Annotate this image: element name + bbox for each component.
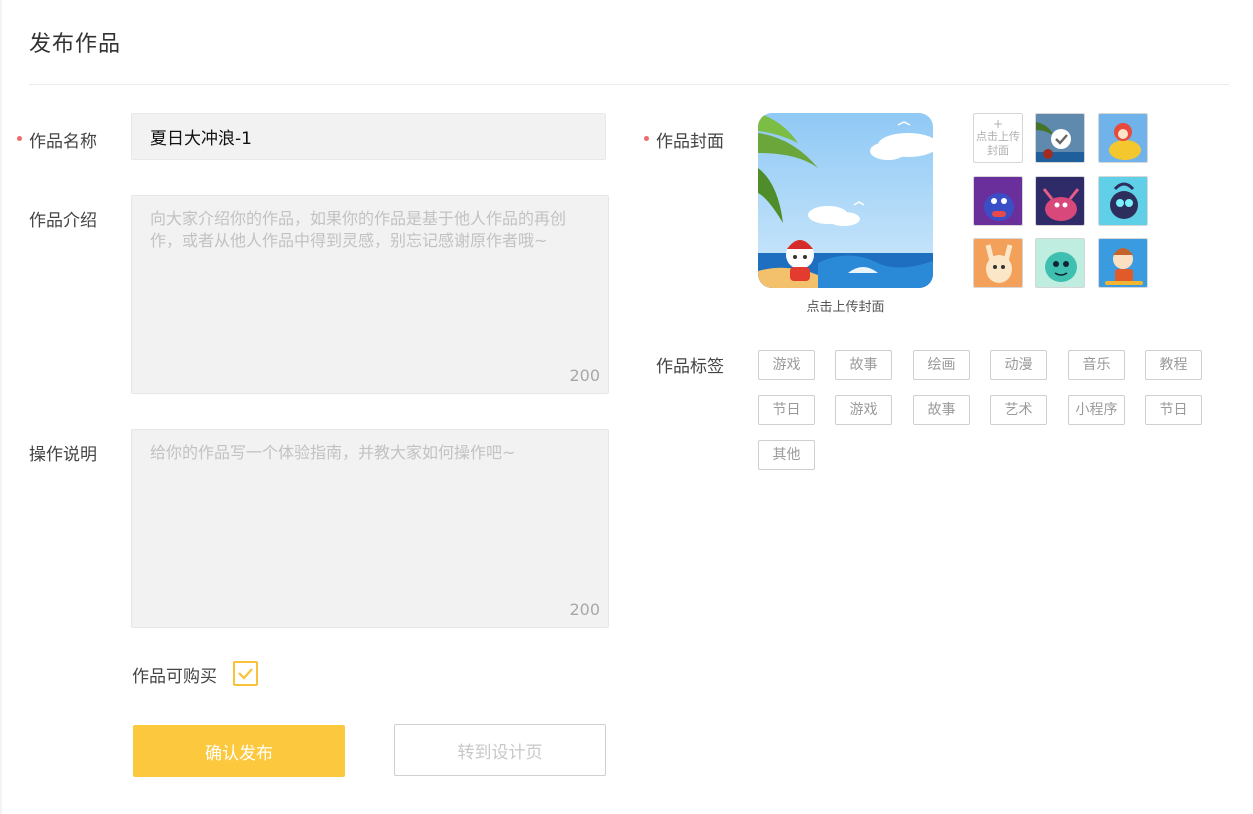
tag-button[interactable]: 小程序 <box>1068 395 1125 425</box>
instructions-label: 操作说明 <box>29 445 97 465</box>
intro-textarea[interactable] <box>132 196 608 393</box>
cover-image <box>758 113 933 288</box>
buyable-checkbox[interactable] <box>233 661 258 686</box>
cover-caption: 点击上传封面 <box>806 300 885 315</box>
cover-thumb-image <box>1099 114 1147 162</box>
cover-thumb-image <box>1099 239 1147 287</box>
required-marker <box>17 136 22 141</box>
instructions-box: 200 <box>131 429 609 628</box>
cover-upload-preview[interactable] <box>758 113 933 288</box>
cover-thumb-image <box>1099 177 1147 225</box>
cover-thumb[interactable] <box>1098 176 1148 226</box>
tag-button[interactable]: 教程 <box>1145 350 1202 380</box>
upload-cover-thumb[interactable]: + 点击上传封面 <box>973 113 1023 163</box>
tags-label: 作品标签 <box>656 357 724 377</box>
buyable-label: 作品可购买 <box>132 667 217 687</box>
tag-button[interactable]: 游戏 <box>835 395 892 425</box>
name-label: 作品名称 <box>29 132 97 152</box>
tag-button[interactable]: 故事 <box>913 395 970 425</box>
tag-button[interactable]: 节日 <box>1145 395 1202 425</box>
cover-thumb[interactable] <box>973 238 1023 288</box>
name-input[interactable] <box>131 113 606 160</box>
tag-button[interactable]: 故事 <box>835 350 892 380</box>
intro-box: 200 <box>131 195 609 394</box>
tag-button[interactable]: 绘画 <box>913 350 970 380</box>
cover-thumb-image <box>974 239 1022 287</box>
publish-page: 发布作品 作品名称 作品介绍 200 操作说明 200 作品可购买 确认发布 转… <box>0 0 1253 814</box>
tag-button[interactable]: 动漫 <box>990 350 1047 380</box>
selected-overlay <box>1036 114 1084 162</box>
intro-counter: 200 <box>569 366 600 385</box>
cover-thumb[interactable] <box>1098 238 1148 288</box>
tag-button[interactable]: 艺术 <box>990 395 1047 425</box>
cover-thumb[interactable] <box>1098 113 1148 163</box>
instructions-textarea[interactable] <box>132 430 608 627</box>
cover-thumb-image <box>1036 239 1084 287</box>
check-circle-icon <box>1051 129 1071 149</box>
check-icon <box>238 668 253 680</box>
page-title: 发布作品 <box>29 32 122 57</box>
cover-thumb[interactable] <box>1035 238 1085 288</box>
plus-icon: + <box>992 117 1004 131</box>
tag-button[interactable]: 音乐 <box>1068 350 1125 380</box>
cover-thumb-selected[interactable] <box>1035 113 1085 163</box>
cover-thumb-image <box>974 177 1022 225</box>
cover-thumb[interactable] <box>1035 176 1085 226</box>
upload-cover-thumb-label: 点击上传封面 <box>976 130 1020 157</box>
cover-label: 作品封面 <box>656 132 724 152</box>
cover-thumb-image <box>1036 177 1084 225</box>
confirm-publish-button[interactable]: 确认发布 <box>133 725 345 777</box>
cover-thumb[interactable] <box>973 176 1023 226</box>
intro-label: 作品介绍 <box>29 211 97 231</box>
title-divider <box>29 84 1229 85</box>
goto-design-button[interactable]: 转到设计页 <box>394 724 606 776</box>
required-marker <box>644 136 649 141</box>
tag-button[interactable]: 其他 <box>758 440 815 470</box>
tag-button[interactable]: 游戏 <box>758 350 815 380</box>
instructions-counter: 200 <box>569 600 600 619</box>
tag-button[interactable]: 节日 <box>758 395 815 425</box>
